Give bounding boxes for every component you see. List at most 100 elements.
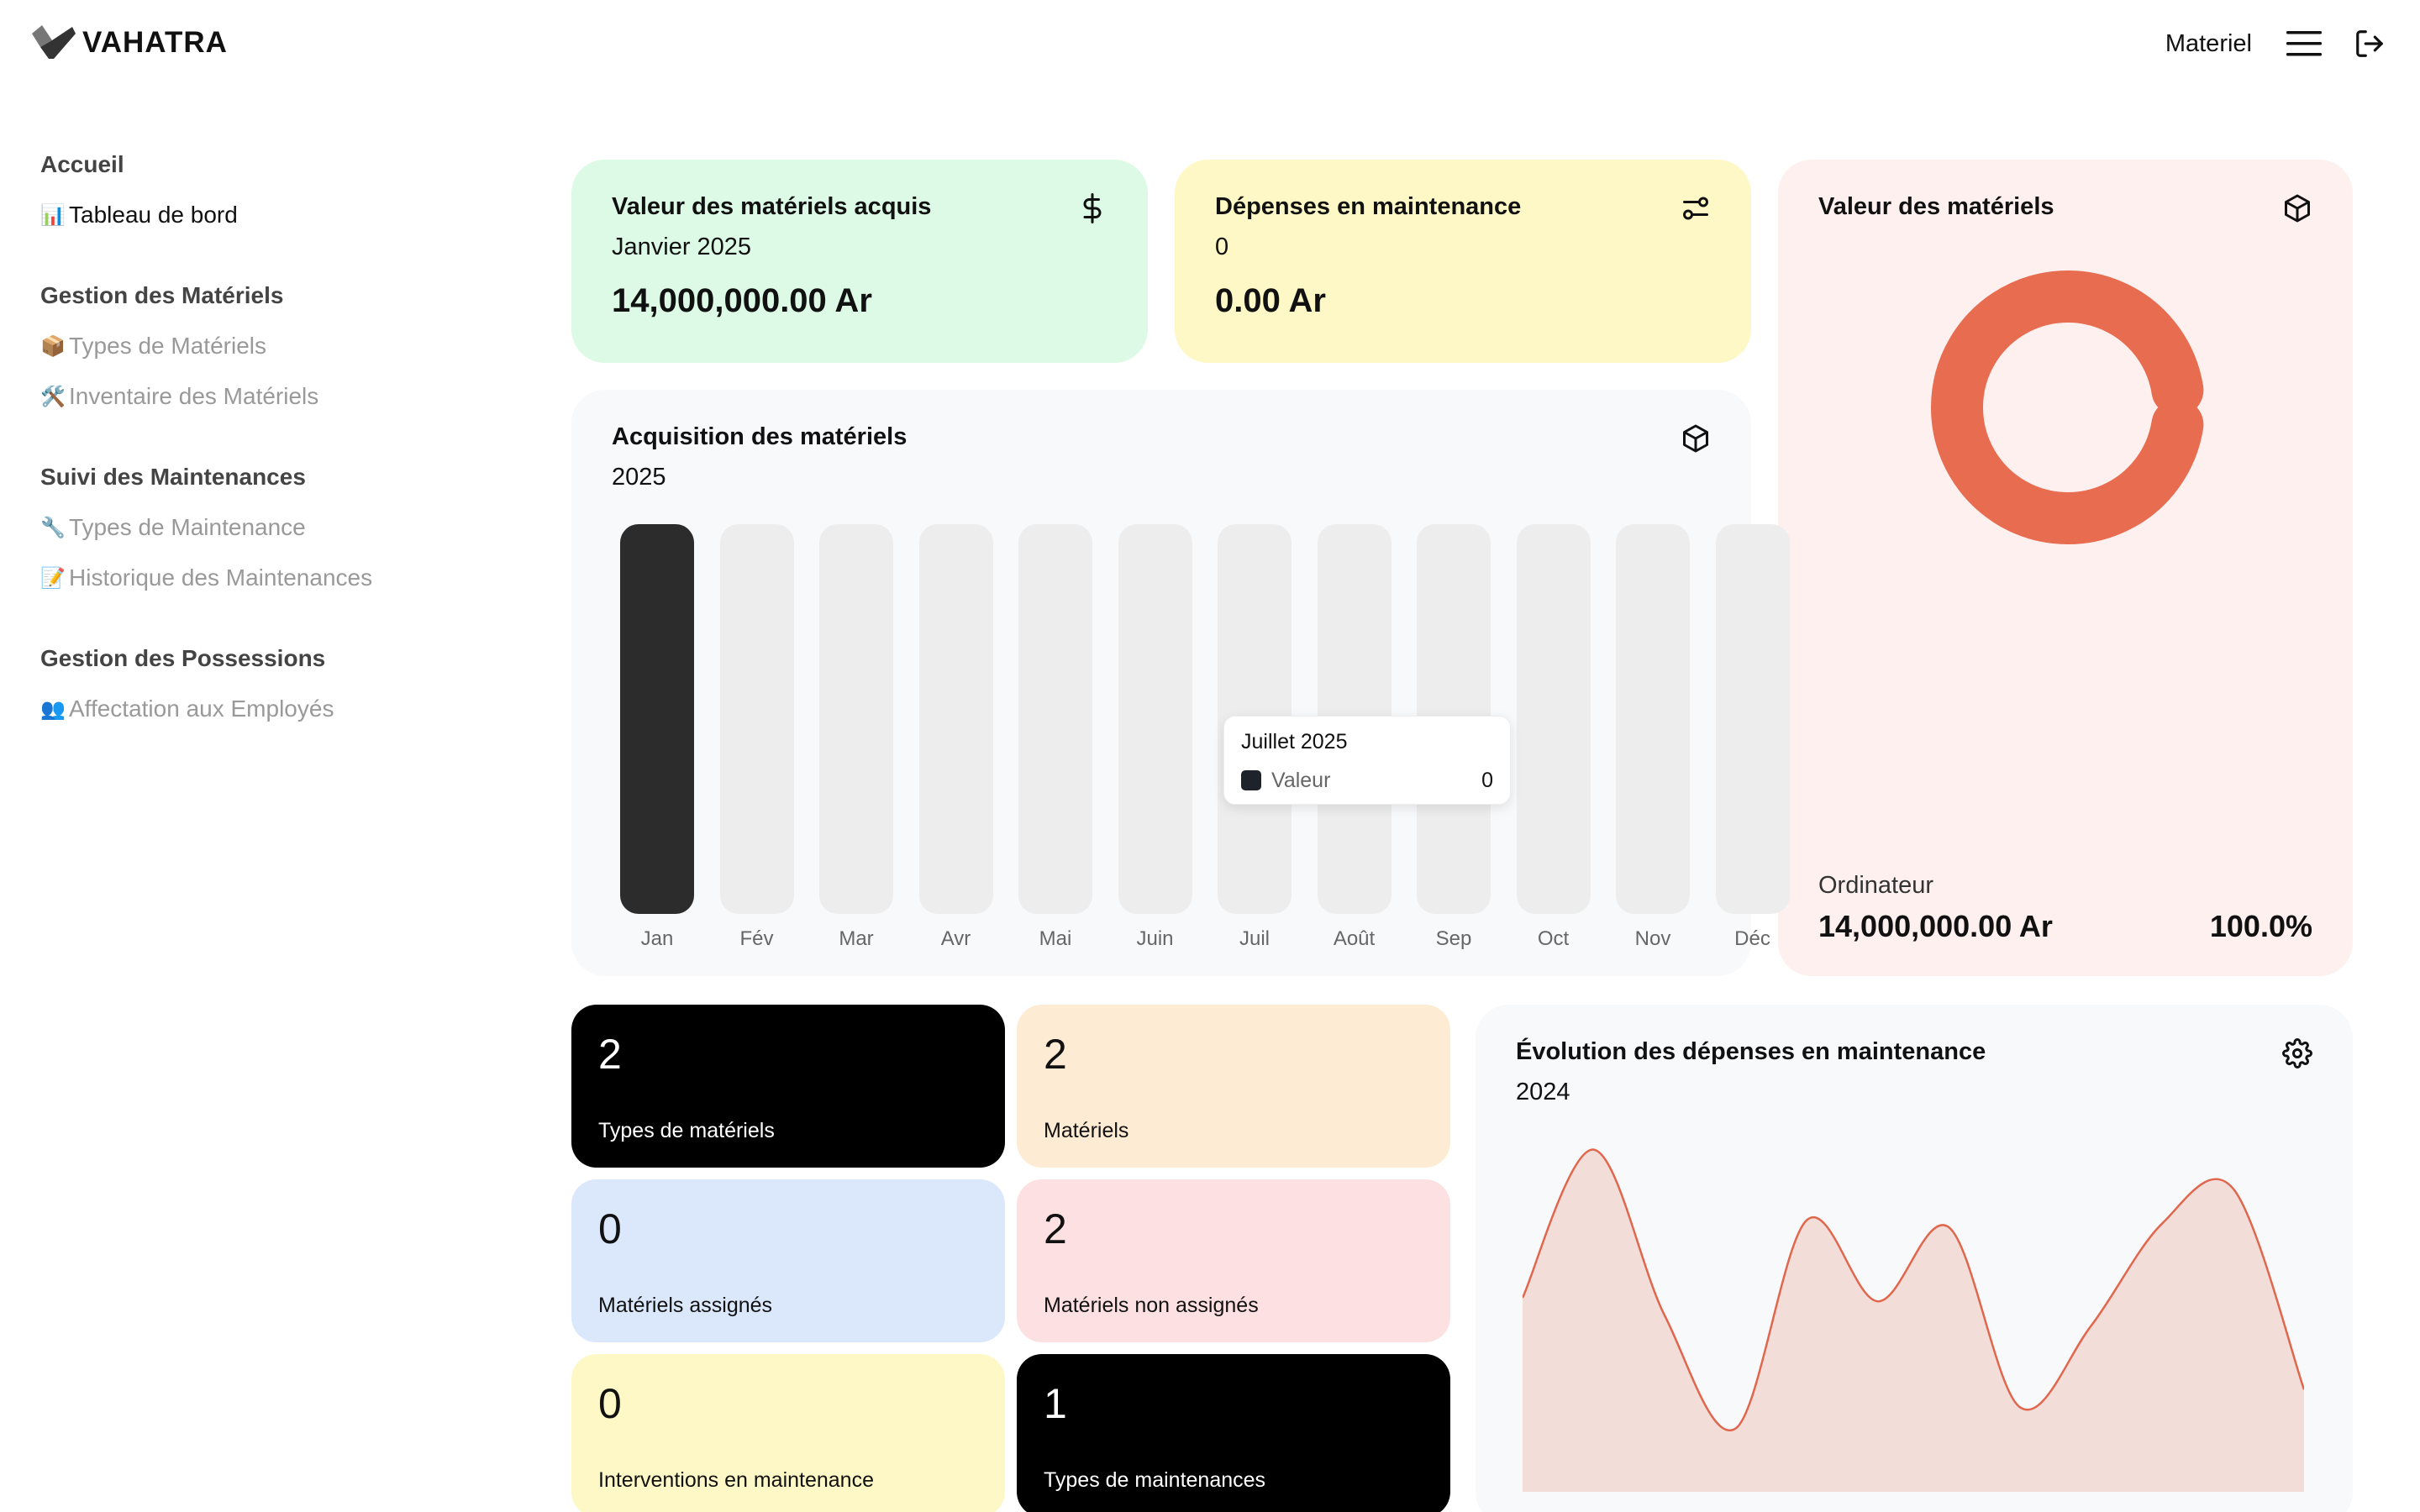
sidebar-item-affectation[interactable]: 👥 Affectation aux Employés (40, 694, 511, 724)
x-tick-label: Déc (1734, 927, 1770, 950)
tooltip-swatch (1241, 770, 1261, 790)
sidebar-item-types-materiels[interactable]: 📦 Types de Matériels (40, 331, 511, 361)
stat-tile[interactable]: 1 Types de maintenances (1017, 1354, 1450, 1512)
bar (620, 524, 694, 914)
box-icon (1683, 424, 1708, 453)
donut-category-name: Ordinateur (1818, 872, 1934, 899)
bar-track (1118, 524, 1192, 914)
bar-track (1018, 524, 1092, 914)
x-tick-label: Oct (1537, 927, 1570, 950)
tooltip-title: Juillet 2025 (1241, 730, 1348, 753)
sidebar-item-historique[interactable]: 📝 Historique des Maintenances (40, 563, 511, 593)
donut-slice[interactable] (1931, 270, 2204, 544)
card-title: Évolution des dépenses en maintenance (1516, 1038, 1986, 1065)
sidebar-item-types-maintenance[interactable]: 🔧 Types de Maintenance (40, 512, 511, 543)
sidebar-item-label: Types de Matériels (69, 333, 266, 359)
stat-tile[interactable]: 0 Matériels assignés (571, 1179, 1005, 1342)
x-tick-label: Nov (1634, 927, 1671, 950)
box-icon (2285, 194, 2310, 223)
logout-icon (2356, 30, 2383, 57)
card-subtitle: 0 (1215, 234, 1229, 260)
x-tick-label: Fév (739, 927, 774, 950)
nav-group-title: Gestion des Possessions (40, 645, 326, 671)
card-subtitle: Janvier 2025 (612, 234, 752, 260)
bar-column[interactable]: Avr (918, 524, 993, 951)
tools-emoji-icon: 🛠️ (40, 385, 66, 408)
sidebar-item-label: Types de Maintenance (69, 514, 306, 540)
stat-tile[interactable]: 2 Matériels non assignés (1017, 1179, 1450, 1342)
gear-icon (2282, 1038, 2312, 1068)
bar-track (719, 524, 794, 914)
donut-chart (1929, 269, 2207, 546)
bar-track (1715, 524, 1790, 914)
menu-button[interactable] (2284, 24, 2324, 64)
bar-column[interactable]: Déc (1715, 524, 1790, 951)
nav-group-title: Suivi des Maintenances (40, 464, 306, 490)
sidebar-item-label: Tableau de bord (69, 202, 238, 228)
header-actions: Materiel (2165, 24, 2390, 64)
card-value: 14,000,000.00 Ar (612, 282, 872, 319)
sidebar-nav: Accueil 📊 Tableau de bord Gestion des Ma… (40, 151, 511, 776)
stat-tile-value: 0 (598, 1205, 622, 1252)
bar-column[interactable]: Fév (719, 524, 794, 951)
x-tick-label: Août (1333, 927, 1376, 950)
nav-group-maintenances: Suivi des Maintenances 🔧 Types de Mainte… (40, 464, 511, 593)
stat-tile-value: 2 (1044, 1031, 1067, 1078)
stat-tile-label: Matériels (1044, 1119, 1129, 1142)
nav-group-possessions: Gestion des Possessions 👥 Affectation au… (40, 645, 511, 724)
top-header: VAHATRA Materiel (0, 0, 2420, 87)
bar-column[interactable]: Juin (1118, 524, 1192, 951)
bar-track (819, 524, 893, 914)
bar-column[interactable]: Mai (1018, 524, 1092, 951)
x-tick-label: Sep (1435, 927, 1472, 950)
memo-emoji-icon: 📝 (40, 566, 66, 590)
maintenance-expenses-card: Dépenses en maintenance 0 0.00 Ar (1175, 160, 1751, 363)
bar-column[interactable]: Oct (1516, 524, 1591, 951)
nav-group-title: Gestion des Matériels (40, 282, 284, 308)
x-tick-label: Mar (839, 927, 874, 950)
area-chart (1523, 1148, 2304, 1492)
bar-track (1616, 524, 1690, 914)
package-emoji-icon: 📦 (40, 334, 66, 358)
sidebar-item-label: Affectation aux Employés (69, 696, 334, 722)
people-emoji-icon: 👥 (40, 697, 66, 721)
card-subtitle: 2025 (612, 464, 666, 491)
sidebar-item-inventaire[interactable]: 🛠️ Inventaire des Matériels (40, 381, 511, 412)
acquisition-chart-card: Acquisition des matériels 2025 Jan Fév Mar… (571, 390, 1790, 976)
area-fill (1523, 1149, 2304, 1492)
app-name: VAHATRA (82, 26, 228, 59)
tooltip-series-label: Valeur (1271, 769, 1331, 792)
x-tick-label: Avr (940, 927, 971, 950)
stat-tile-label: Interventions en maintenance (598, 1468, 874, 1492)
card-title: Acquisition des matériels (612, 423, 908, 450)
x-tick-label: Mai (1039, 927, 1072, 950)
nav-group-accueil: Accueil 📊 Tableau de bord (40, 151, 511, 230)
tooltip-value: 0 (1481, 769, 1493, 792)
stat-tile-label: Types de maintenances (1044, 1468, 1266, 1492)
logo-icon (32, 25, 76, 59)
bar-track (1516, 524, 1591, 914)
bar-column[interactable]: Nov (1616, 524, 1690, 951)
stat-tile[interactable]: 0 Interventions en maintenance (571, 1354, 1005, 1512)
acquired-value-card: Valeur des matériels acquis Janvier 2025… (571, 160, 1148, 363)
hamburger-icon (2286, 31, 2322, 56)
bar-track (918, 524, 993, 914)
sidebar-item-label: Historique des Maintenances (69, 564, 373, 591)
logout-button[interactable] (2349, 24, 2390, 64)
sidebar-item-label: Inventaire des Matériels (69, 383, 319, 409)
app-logo[interactable]: VAHATRA (29, 22, 228, 64)
stat-tile[interactable]: 2 Matériels (1017, 1005, 1450, 1168)
wrench-emoji-icon: 🔧 (40, 516, 66, 539)
chart-tooltip: Juillet 2025 Valeur 0 (1223, 716, 1511, 805)
bar-chart: Jan Fév Mar Avr Mai Juin Juil Août Sep Oct Nov Déc (620, 524, 1790, 951)
bar-column[interactable]: Mar (819, 524, 893, 951)
donut-svg (1931, 270, 2204, 544)
stat-tile-label: Types de matériels (598, 1119, 775, 1142)
user-label[interactable]: Materiel (2165, 30, 2252, 58)
stat-tile-label: Matériels non assignés (1044, 1294, 1259, 1317)
stat-tile-label: Matériels assignés (598, 1294, 773, 1317)
stat-tile[interactable]: 2 Types de matériels (571, 1005, 1005, 1168)
bar-column[interactable]: Jan (620, 524, 694, 951)
card-value: 0.00 Ar (1215, 282, 1326, 319)
sidebar-item-tableau-de-bord[interactable]: 📊 Tableau de bord (40, 200, 511, 230)
